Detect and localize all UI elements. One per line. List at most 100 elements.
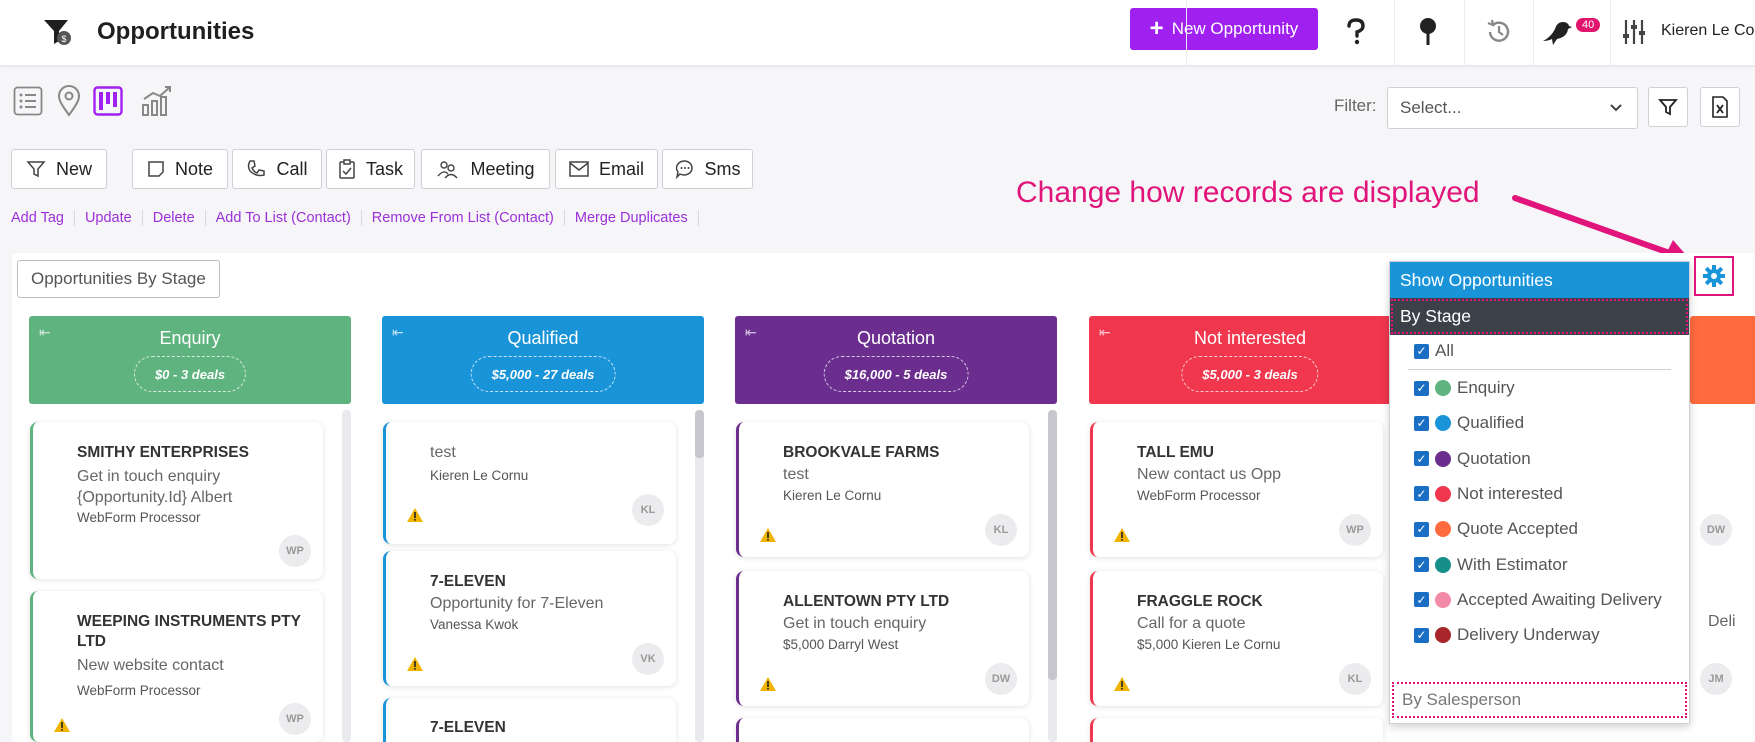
clipboard-icon bbox=[339, 159, 355, 179]
add-tag-link[interactable]: Add Tag bbox=[11, 210, 75, 226]
stage-filter-label: All bbox=[1435, 341, 1454, 360]
column-header-quotation[interactable]: ⇤ Quotation $16,000 - 5 deals bbox=[735, 316, 1057, 404]
scrollbar-thumb[interactable] bbox=[695, 410, 704, 458]
scrollbar-thumb[interactable] bbox=[1048, 410, 1057, 680]
update-link[interactable]: Update bbox=[75, 210, 143, 226]
column-header-qualified[interactable]: ⇤ Qualified $5,000 - 27 deals bbox=[382, 316, 704, 404]
warning-icon bbox=[760, 677, 776, 691]
avatar[interactable]: WP bbox=[279, 703, 311, 735]
export-excel-button[interactable] bbox=[1700, 87, 1740, 127]
checkbox-checked-icon[interactable]: ✓ bbox=[1414, 627, 1429, 643]
board-title[interactable]: Opportunities By Stage bbox=[17, 260, 220, 298]
avatar[interactable]: KL bbox=[985, 514, 1017, 546]
stage-color-dot bbox=[1435, 591, 1451, 608]
task-button[interactable]: Task bbox=[326, 149, 415, 189]
stage-filter-item[interactable]: ✓ Qualified bbox=[1414, 411, 1524, 435]
opportunities-funnel-icon: $ bbox=[42, 16, 74, 48]
opportunity-card[interactable]: WEEPING INSTRUMENTS PTY LTD New website … bbox=[30, 591, 323, 742]
warning-icon bbox=[760, 528, 776, 542]
kanban-view-icon[interactable] bbox=[92, 85, 124, 117]
card-title: WEEPING INSTRUMENTS PTY LTD bbox=[77, 613, 301, 650]
checkbox-checked-icon[interactable]: ✓ bbox=[1414, 451, 1429, 467]
checkbox-checked-icon[interactable]: ✓ bbox=[1414, 557, 1429, 572]
new-record-label: New bbox=[55, 158, 92, 179]
opportunity-card[interactable]: test Kieren Le Cornu KL bbox=[383, 422, 676, 544]
column-scrollbar[interactable] bbox=[342, 410, 351, 742]
column-title: Enquiry bbox=[159, 328, 221, 348]
opportunity-card[interactable] bbox=[736, 718, 1029, 742]
checkbox-checked-icon[interactable]: ✓ bbox=[1414, 380, 1429, 396]
note-button[interactable]: Note bbox=[132, 149, 228, 189]
help-icon[interactable] bbox=[1338, 14, 1374, 50]
column-header-quote-accepted[interactable] bbox=[1690, 316, 1755, 404]
header-divider bbox=[1186, 0, 1187, 66]
sms-button[interactable]: Sms bbox=[662, 149, 753, 189]
stage-filter-item[interactable]: ✓ With Estimator bbox=[1414, 553, 1568, 577]
bird-notifications-icon[interactable] bbox=[1539, 14, 1575, 50]
stage-filter-label: Quote Accepted bbox=[1457, 519, 1578, 539]
opportunity-card[interactable] bbox=[1090, 718, 1383, 742]
page-title: Opportunities bbox=[97, 18, 255, 45]
settings-sliders-icon[interactable] bbox=[1616, 14, 1652, 50]
avatar[interactable]: DW bbox=[1700, 514, 1732, 546]
avatar[interactable]: KL bbox=[1339, 663, 1371, 695]
stage-filter-item[interactable]: ✓ Not interested bbox=[1414, 482, 1563, 506]
filter-select[interactable]: Select... bbox=[1387, 87, 1638, 129]
merge-duplicates-link[interactable]: Merge Duplicates bbox=[565, 210, 699, 226]
avatar[interactable]: WP bbox=[279, 535, 311, 567]
avatar[interactable]: JM bbox=[1700, 663, 1732, 695]
avatar[interactable]: DW bbox=[985, 663, 1017, 695]
by-salesperson-option[interactable]: By Salesperson bbox=[1392, 682, 1687, 718]
checkbox-checked-icon[interactable]: ✓ bbox=[1414, 592, 1429, 608]
stage-filter-item[interactable]: ✓ Quote Accepted bbox=[1414, 517, 1578, 541]
column-scrollbar[interactable] bbox=[1048, 410, 1057, 742]
remove-from-list-link[interactable]: Remove From List (Contact) bbox=[362, 210, 565, 226]
display-settings-button[interactable] bbox=[1694, 256, 1734, 296]
filter-button[interactable] bbox=[1648, 87, 1688, 127]
history-icon[interactable] bbox=[1481, 14, 1517, 50]
add-to-list-link[interactable]: Add To List (Contact) bbox=[206, 210, 362, 226]
list-view-icon[interactable] bbox=[12, 85, 44, 117]
by-stage-option[interactable]: By Stage bbox=[1390, 298, 1689, 335]
user-name[interactable]: Kieren Le Cornu bbox=[1661, 22, 1755, 40]
top-bar: $ Opportunities + New Opportunity 40 Kie… bbox=[0, 0, 1755, 66]
meeting-button[interactable]: Meeting bbox=[421, 149, 550, 189]
card-owner: WebForm Processor bbox=[1137, 488, 1261, 503]
chart-view-icon[interactable] bbox=[141, 85, 173, 117]
email-button[interactable]: Email bbox=[555, 149, 658, 189]
avatar[interactable]: WP bbox=[1339, 514, 1371, 546]
divider bbox=[1408, 369, 1671, 370]
stage-filter-item[interactable]: ✓ Delivery Underway bbox=[1414, 623, 1600, 647]
opportunity-card[interactable]: ALLENTOWN PTY LTD Get in touch enquiry $… bbox=[736, 571, 1029, 706]
opportunity-card[interactable]: 7-ELEVEN bbox=[383, 698, 676, 742]
call-button[interactable]: Call bbox=[232, 149, 322, 189]
stage-color-dot bbox=[1435, 521, 1451, 538]
stage-filter-item[interactable]: ✓ Quotation bbox=[1414, 447, 1531, 471]
stage-filter-label: Quotation bbox=[1457, 448, 1531, 468]
checkbox-checked-icon[interactable]: ✓ bbox=[1414, 343, 1429, 359]
stage-filter-item[interactable]: ✓ Accepted Awaiting Delivery bbox=[1414, 588, 1662, 612]
checkbox-checked-icon[interactable]: ✓ bbox=[1414, 486, 1429, 502]
column-header-enquiry[interactable]: ⇤ Enquiry $0 - 3 deals bbox=[29, 316, 351, 404]
new-record-button[interactable]: New bbox=[11, 149, 107, 189]
column-title: Quotation bbox=[856, 328, 936, 348]
column-header-not-interested[interactable]: ⇤ Not interested $5,000 - 3 deals bbox=[1089, 316, 1411, 404]
map-view-icon[interactable] bbox=[53, 85, 85, 117]
card-owner: $5,000 Kieren Le Cornu bbox=[1137, 637, 1281, 652]
opportunity-card[interactable]: BROOKVALE FARMS test Kieren Le Cornu KL bbox=[736, 422, 1029, 557]
checkbox-checked-icon[interactable]: ✓ bbox=[1414, 415, 1429, 431]
delete-link[interactable]: Delete bbox=[143, 210, 206, 226]
opportunity-card[interactable]: TALL EMU New contact us Opp WebForm Proc… bbox=[1090, 422, 1383, 557]
avatar[interactable]: VK bbox=[632, 643, 664, 675]
opportunity-card[interactable]: FRAGGLE ROCK Call for a quote $5,000 Kie… bbox=[1090, 571, 1383, 706]
opportunity-card[interactable]: 7-ELEVEN Opportunity for 7-Eleven Vaness… bbox=[383, 551, 676, 686]
map-pin-icon[interactable] bbox=[1410, 14, 1446, 50]
new-opportunity-button[interactable]: + New Opportunity bbox=[1130, 8, 1318, 50]
checkbox-checked-icon[interactable]: ✓ bbox=[1414, 521, 1429, 537]
opportunity-card[interactable]: SMITHY ENTERPRISES Get in touch enquiry … bbox=[30, 422, 323, 579]
column-scrollbar[interactable] bbox=[695, 410, 704, 742]
column-title: Qualified bbox=[507, 328, 579, 348]
stage-filter-item[interactable]: ✓ Enquiry bbox=[1414, 376, 1515, 400]
stage-filter-all[interactable]: ✓ All bbox=[1414, 339, 1454, 363]
avatar[interactable]: KL bbox=[632, 494, 664, 526]
